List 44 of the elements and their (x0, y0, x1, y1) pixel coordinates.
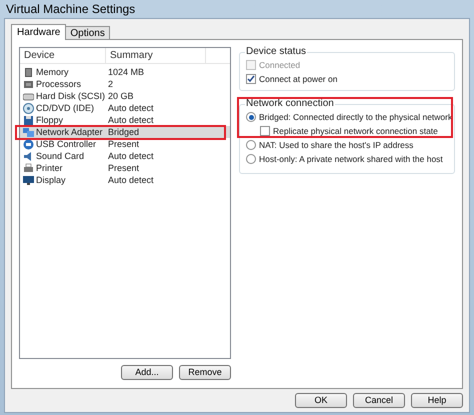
device-name: CD/DVD (IDE) (36, 102, 94, 114)
device-summary: Auto detect (107, 114, 154, 126)
device-name: Hard Disk (SCSI) (36, 90, 106, 102)
device-name: Network Adapter (36, 126, 103, 138)
button[interactable]: Add... (121, 365, 173, 380)
window-title: Virtual Machine Settings (5, 1, 136, 18)
device-summary: Present (107, 138, 140, 150)
radio-label[interactable]: NAT: Used to share the host's IP address (259, 139, 414, 151)
checkbox-label[interactable]: Replicate physical network connection state (273, 125, 438, 137)
device-row[interactable]: USB Controller Present (20, 138, 230, 150)
radio-label[interactable]: Bridged: Connected directly to the physical network (259, 111, 452, 123)
device-name: Sound Card (36, 150, 84, 162)
device-summary: Auto detect (107, 102, 154, 114)
device-summary: 20 GB (107, 90, 134, 102)
checkbox-label[interactable]: Connect at power on (259, 73, 338, 85)
device-row[interactable]: Display Auto detect (20, 174, 230, 186)
device-row[interactable]: Floppy Auto detect (20, 114, 230, 126)
device-row[interactable]: Sound Card Auto detect (20, 150, 230, 162)
device-name: USB Controller (36, 138, 96, 150)
device-summary: Auto detect (107, 174, 154, 186)
device-row[interactable]: Processors 2 (20, 78, 230, 90)
device-name: Memory (36, 66, 69, 78)
device-summary: Bridged (107, 126, 140, 138)
tab[interactable]: Hardware (11, 24, 66, 40)
device-name: Processors (36, 78, 82, 90)
device-name: Printer (36, 162, 63, 174)
button[interactable]: Help (411, 393, 463, 408)
device-name: Display (36, 174, 66, 186)
device-row[interactable]: Hard Disk (SCSI) 20 GB (20, 90, 230, 102)
device-summary: 2 (107, 78, 114, 90)
device-summary: 1024 MB (107, 66, 144, 78)
device-name: Floppy (36, 114, 64, 126)
button[interactable]: Remove (179, 365, 231, 380)
device-row[interactable]: Memory 1024 MB (20, 66, 230, 78)
column-header[interactable]: Device (20, 48, 106, 63)
button[interactable]: OK (295, 393, 347, 408)
device-summary: Present (107, 162, 140, 174)
tab[interactable]: Options (66, 26, 110, 39)
button[interactable]: Cancel (353, 393, 405, 408)
radio-label[interactable]: Host-only: A private network shared with the host (259, 153, 443, 165)
device-row[interactable]: CD/DVD (IDE) Auto detect (20, 102, 230, 114)
device-summary: Auto detect (107, 150, 154, 162)
device-row[interactable]: Printer Present (20, 162, 230, 174)
column-header[interactable]: Summary (106, 48, 206, 63)
